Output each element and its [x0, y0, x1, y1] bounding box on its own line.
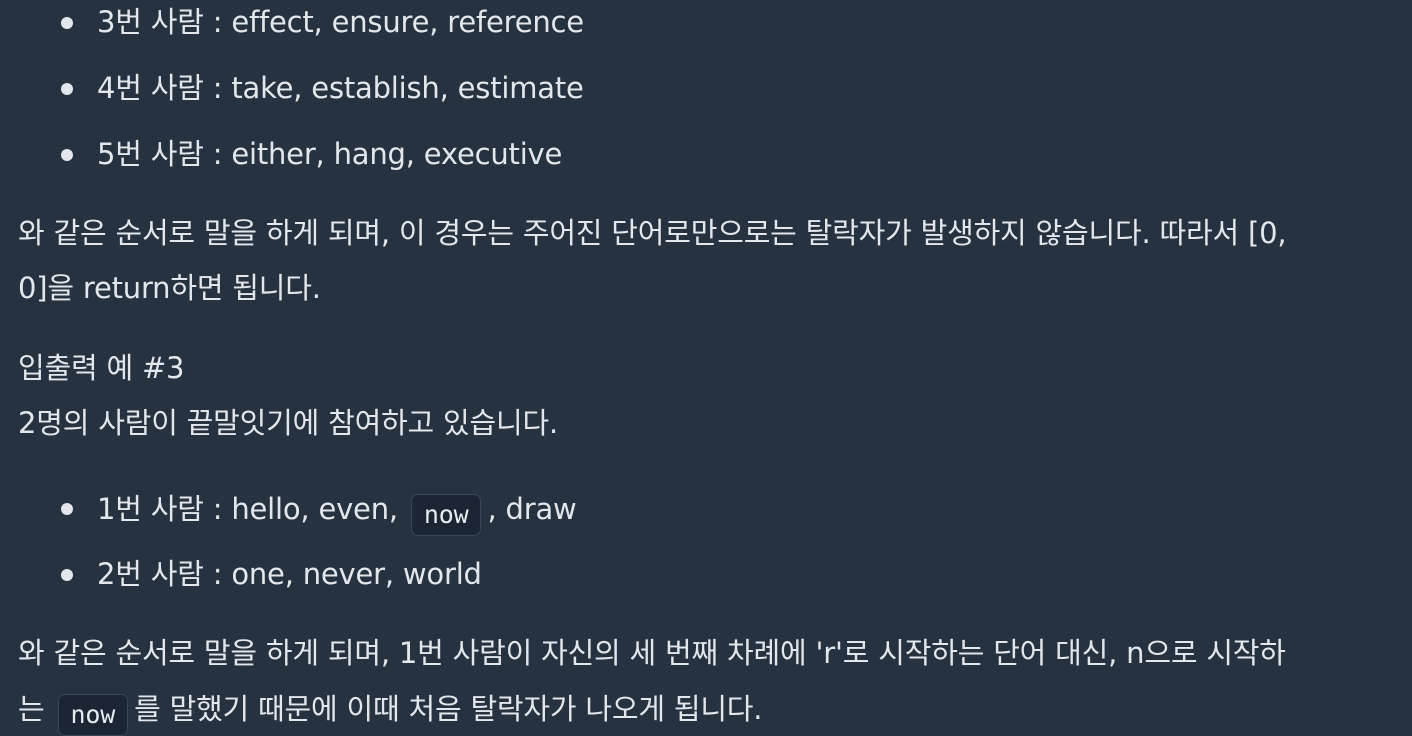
inline-code: now [57, 694, 129, 736]
list-item: 4번 사람 : take, establish, estimate [97, 74, 584, 103]
separator: : [203, 137, 232, 171]
person-label: 4번 사람 [97, 71, 204, 105]
person-label: 3번 사람 [97, 5, 204, 39]
explanation-fragment: 를 말했기 때문에 이때 처음 탈락자가 나오게 됩니다. [134, 692, 763, 726]
bullet-dot [61, 17, 73, 29]
bullet-dot [61, 83, 73, 95]
person-label: 5번 사람 [97, 137, 204, 171]
section-heading: 입출력 예 #3 [18, 351, 185, 385]
intro-text: 2명의 사람이 끝말잇기에 참여하고 있습니다. [18, 406, 558, 440]
person-words: either, hang, executive [231, 137, 563, 171]
person-words: effect, ensure, reference [231, 5, 584, 39]
inline-code: now [410, 494, 482, 536]
explanation-text: 0]을 return하면 됩니다. [18, 271, 321, 305]
separator: : [203, 492, 232, 526]
person-words: take, establish, estimate [231, 71, 584, 105]
person-label: 2번 사람 [97, 557, 204, 591]
list-item: 5번 사람 : either, hang, executive [97, 140, 562, 169]
person-label: 1번 사람 [97, 492, 204, 526]
person-words: one, never, world [231, 557, 482, 591]
explanation-fragment: 는 [18, 692, 45, 726]
bullet-dot [61, 503, 73, 515]
list-item: 2번 사람 : one, never, world [97, 560, 482, 589]
explanation-text: 와 같은 순서로 말을 하게 되며, 이 경우는 주어진 단어로만으로는 탈락자… [18, 216, 1287, 250]
list-item: 1번 사람 : hello, even, now, draw [97, 494, 577, 536]
person-words: hello, even, [231, 492, 398, 526]
explanation-text: 와 같은 순서로 말을 하게 되며, 1번 사람이 자신의 세 번째 차례에 '… [18, 636, 1286, 670]
explanation-text: 는 now 를 말했기 때문에 이때 처음 탈락자가 나오게 됩니다. [18, 692, 763, 736]
separator: : [203, 71, 232, 105]
problem-description: 3번 사람 : effect, ensure, reference 4번 사람 … [0, 0, 1412, 736]
list-item: 3번 사람 : effect, ensure, reference [97, 8, 584, 37]
separator: : [203, 5, 232, 39]
bullet-dot [61, 569, 73, 581]
person-words: , draw [487, 492, 577, 526]
bullet-dot [61, 149, 73, 161]
separator: : [203, 557, 232, 591]
